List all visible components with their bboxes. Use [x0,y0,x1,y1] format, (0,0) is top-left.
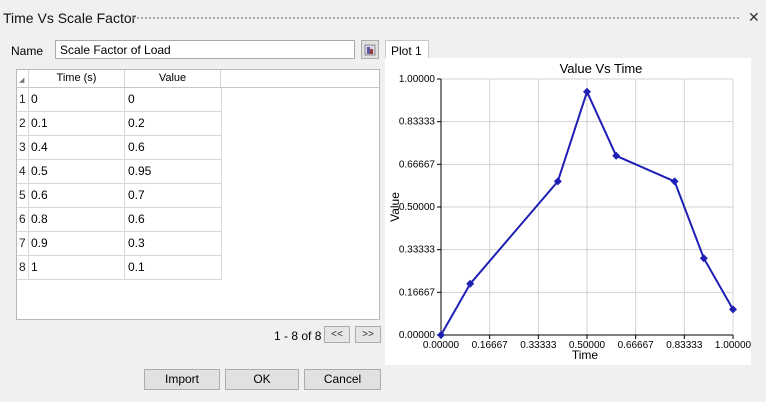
row-index: 8 [17,256,29,280]
tab-plot-1[interactable]: Plot 1 [385,40,429,59]
value-vs-time-chart: 0.000000.00000 0.16667 0.16667 0.33333 0.333… [388,61,752,362]
y-tick-label: 0.00000 [399,330,436,341]
y-tick-label: 0.50000 [399,202,436,213]
data-point-marker [583,87,591,96]
row-index: 5 [17,184,29,208]
cell-time[interactable]: 0 [29,88,125,112]
cell-value[interactable]: 0.6 [125,136,222,160]
column-header-time[interactable]: Time (s) [29,70,125,88]
curve-picker-button[interactable] [361,40,379,59]
row-index: 3 [17,136,29,160]
data-point-marker [437,331,445,339]
table-row[interactable]: 3 0.4 0.6 [17,136,222,160]
cell-time[interactable]: 0.6 [29,184,125,208]
row-index: 2 [17,112,29,136]
y-tick-label: 0.16667 [399,287,436,298]
next-page-button[interactable]: >> [355,326,381,343]
chart-title: Value Vs Time [560,61,643,76]
cell-value[interactable]: 0.1 [125,256,222,280]
y-tick-label: 1.00000 [399,74,436,85]
cell-value[interactable]: 0.95 [125,160,222,184]
cancel-button[interactable]: Cancel [304,369,381,390]
row-index: 1 [17,88,29,112]
plot-panel: 0.00000 0.00000 0.16667 0.16667 0.33333 0.333… [385,58,752,365]
table-row[interactable]: 5 0.6 0.7 [17,184,222,208]
table-row[interactable]: 1 0 0 [17,88,222,112]
name-input[interactable] [55,40,355,59]
row-index: 7 [17,232,29,256]
column-header-value[interactable]: Value [125,70,221,88]
window-title: Time Vs Scale Factor [3,10,137,26]
row-index: 6 [17,208,29,232]
cell-time[interactable]: 0.5 [29,160,125,184]
data-point-marker [729,305,737,314]
cell-time[interactable]: 0.9 [29,232,125,256]
drag-grip[interactable] [132,16,740,20]
previous-page-button[interactable]: << [324,326,350,343]
cell-time[interactable]: 0.8 [29,208,125,232]
cell-value[interactable]: 0.3 [125,232,222,256]
table-row[interactable]: 4 0.5 0.95 [17,160,222,184]
cell-time[interactable]: 0.4 [29,136,125,160]
x-axis-label: Time [572,348,599,362]
y-tick-label: 0.33333 [399,245,436,256]
cell-time[interactable]: 1 [29,256,125,280]
curve-picker-icon [364,44,376,55]
x-tick-label: 1.00000 [715,340,751,351]
pager-status: 1 - 8 of 8 [274,329,322,343]
row-index: 4 [17,160,29,184]
y-tick-label: 0.66667 [399,159,436,170]
x-tick-label: 0.33333 [520,340,557,351]
cell-value[interactable]: 0.7 [125,184,222,208]
name-label: Name [11,44,44,58]
cell-value[interactable]: 0 [125,88,222,112]
table-row[interactable]: 6 0.8 0.6 [17,208,222,232]
x-tick-label: 0.16667 [472,340,509,351]
x-tick-label: 0.83333 [666,340,703,351]
column-header-filler [221,70,379,88]
table-row[interactable]: 7 0.9 0.3 [17,232,222,256]
close-icon[interactable]: ✕ [748,9,760,25]
x-tick-label: 0.66667 [618,340,655,351]
data-point-marker [612,151,621,160]
select-all-corner[interactable]: ◢ [17,70,29,88]
x-tick-label: 0.00000 [423,340,460,351]
import-button[interactable]: Import [144,369,220,390]
table-row[interactable]: 2 0.1 0.2 [17,112,222,136]
table-row[interactable]: 8 1 0.1 [17,256,222,280]
data-point-marker [699,254,708,263]
ok-button[interactable]: OK [225,369,299,390]
y-tick-label: 0.83333 [399,117,436,128]
y-axis-label: Value [388,192,402,222]
cell-value[interactable]: 0.6 [125,208,222,232]
data-point-marker [670,177,679,186]
data-table[interactable]: ◢ Time (s) Value 1 0 0 2 0.1 0.2 3 0.4 0… [16,69,380,320]
title-bar[interactable]: Time Vs Scale Factor ✕ [0,0,766,36]
cell-value[interactable]: 0.2 [125,112,222,136]
cell-time[interactable]: 0.1 [29,112,125,136]
